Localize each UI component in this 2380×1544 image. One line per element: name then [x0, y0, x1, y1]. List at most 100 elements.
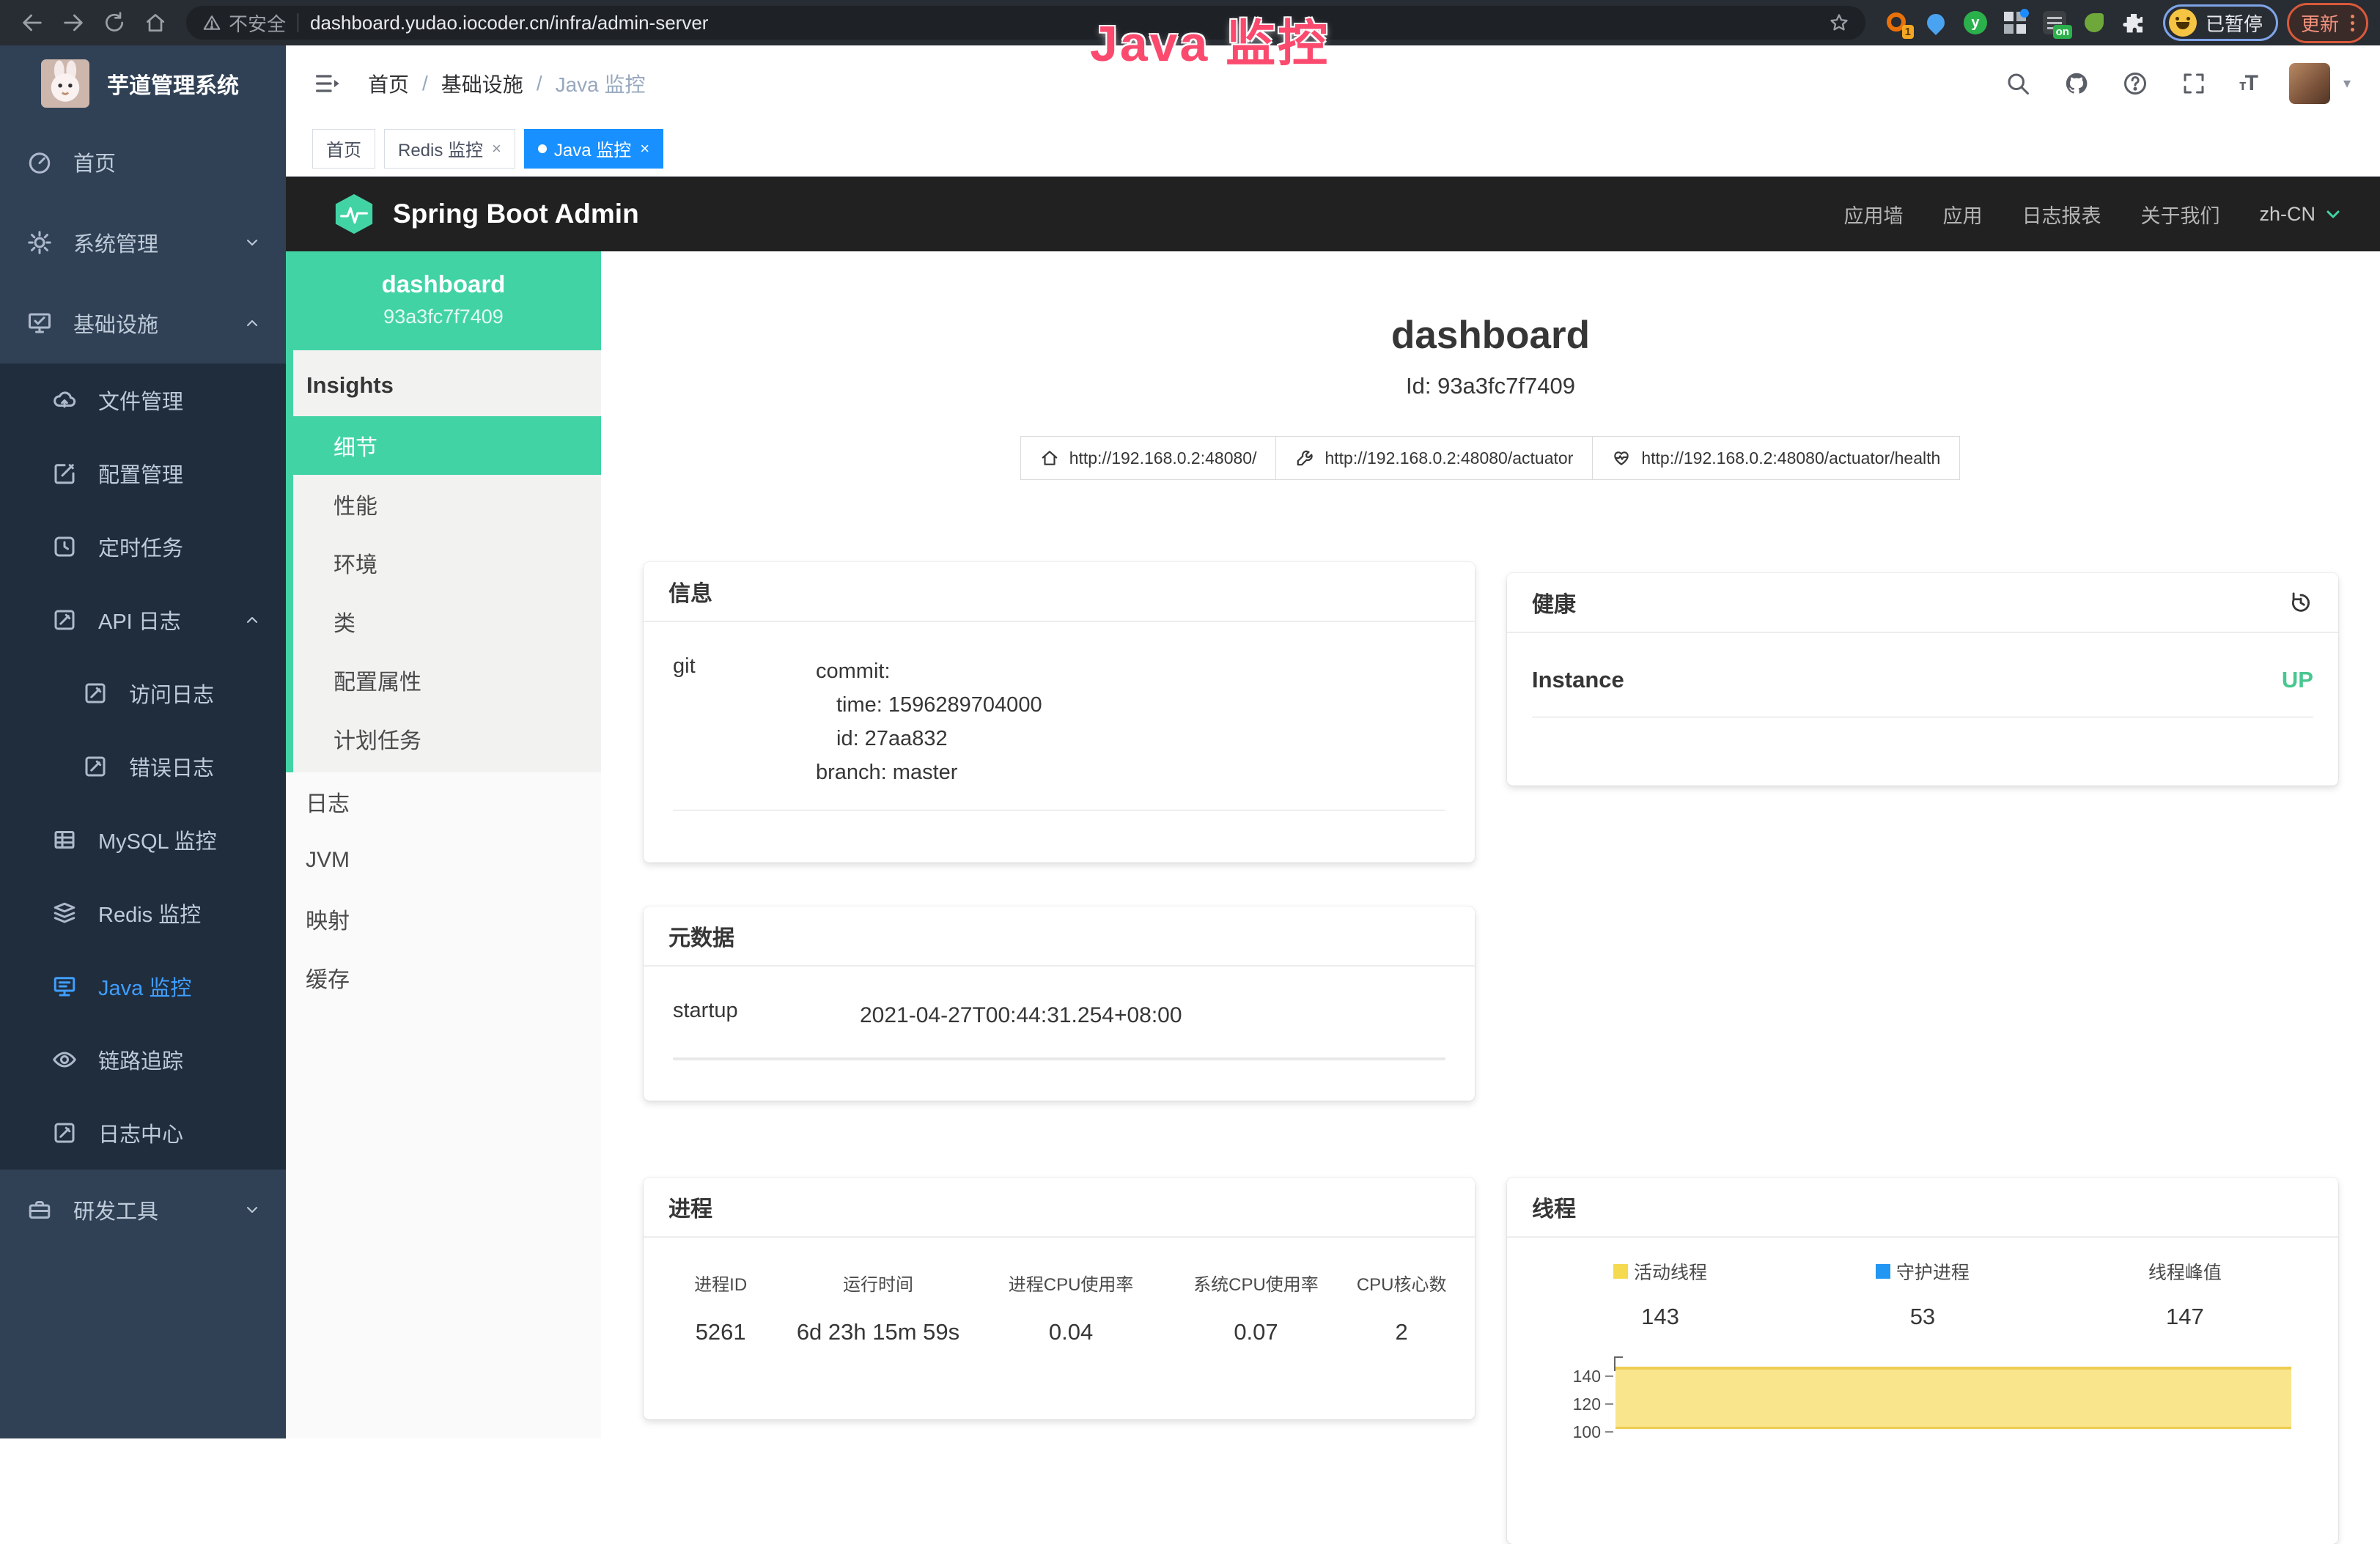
- forward-icon[interactable]: [59, 8, 88, 37]
- history-icon[interactable]: [2288, 590, 2313, 615]
- tab-home[interactable]: 首页: [312, 129, 375, 169]
- wrench-icon: [1295, 448, 1314, 468]
- sba-item-caches[interactable]: 缓存: [286, 948, 601, 1007]
- search-icon[interactable]: [2005, 70, 2031, 97]
- sba-item-jvm[interactable]: JVM: [286, 831, 601, 890]
- threads-card: 线程 活动线程 守护进程 线程峰值 143 53 1: [1507, 1178, 2338, 1544]
- browser-profile-chip[interactable]: 已暂停: [2163, 4, 2278, 41]
- sidebar-item-error-log[interactable]: 错误日志: [0, 730, 286, 803]
- sba-item-environment[interactable]: 环境: [293, 533, 601, 592]
- font-size-icon[interactable]: тT: [2239, 71, 2257, 96]
- y-axis-tick: 100: [1555, 1422, 1601, 1442]
- process-uptime: 6d 23h 15m 59s: [775, 1319, 980, 1345]
- extension-grid-icon[interactable]: [2002, 10, 2028, 36]
- java-screen-icon: [51, 973, 78, 1000]
- sba-item-logs[interactable]: 日志: [286, 772, 601, 831]
- legend-live-swatch: [1613, 1264, 1628, 1279]
- sba-item-details[interactable]: 细节: [286, 416, 601, 475]
- sidebar-item-config-management[interactable]: 配置管理: [0, 437, 286, 510]
- log-edit-icon: [82, 680, 108, 706]
- tab-redis-monitor[interactable]: Redis 监控 ×: [384, 129, 515, 169]
- sidebar-item-java-monitor[interactable]: Java 监控: [0, 950, 286, 1023]
- sba-language-select[interactable]: zh-CN: [2259, 203, 2342, 226]
- sidebar-item-mysql-monitor[interactable]: MySQL 监控: [0, 803, 286, 876]
- sba-item-config-props[interactable]: 配置属性: [293, 651, 601, 709]
- process-pid: 5261: [666, 1319, 775, 1345]
- health-instance-label: Instance: [1532, 667, 1624, 693]
- sidebar-item-file-management[interactable]: 文件管理: [0, 363, 286, 437]
- service-url-button[interactable]: http://192.168.0.2:48080/: [1020, 436, 1277, 480]
- admin-header: 首页 / 基础设施 / Java 监控 тT ▾: [286, 45, 2380, 121]
- sba-insights-group: Insights 细节 性能 环境 类 配置属性 计划任务: [286, 350, 601, 772]
- sba-item-classes[interactable]: 类: [293, 592, 601, 651]
- extension-leaf-icon[interactable]: [2081, 10, 2107, 36]
- live-threads-value: 143: [1529, 1304, 1791, 1330]
- log-edit-icon: [51, 607, 78, 633]
- info-value: commit: time: 1596289704000 id: 27aa832 …: [816, 654, 1042, 789]
- peak-threads-value: 147: [2054, 1304, 2316, 1330]
- close-icon[interactable]: ×: [640, 139, 649, 158]
- sba-nav-wallboard[interactable]: 应用墙: [1843, 200, 1903, 229]
- sidebar-item-access-log[interactable]: 访问日志: [0, 657, 286, 730]
- avatar-caret-icon[interactable]: ▾: [2343, 74, 2351, 92]
- extension-pin-icon[interactable]: [1923, 10, 1949, 36]
- tab-java-monitor[interactable]: Java 监控 ×: [524, 129, 663, 169]
- metadata-key: startup: [673, 999, 860, 1033]
- browser-menu-icon[interactable]: [2351, 15, 2354, 32]
- sba-header: Spring Boot Admin 应用墙 应用 日志报表 关于我们 zh-CN: [286, 177, 2380, 251]
- sba-item-mappings[interactable]: 映射: [286, 890, 601, 948]
- bookmark-star-icon[interactable]: [1829, 12, 1849, 33]
- sidebar-item-log-center[interactable]: 日志中心: [0, 1096, 286, 1170]
- page-url: dashboard.yudao.iocoder.cn/infra/admin-s…: [310, 12, 708, 34]
- health-card: 健康 Instance UP: [1507, 573, 2338, 786]
- process-table-values: 5261 6d 23h 15m 59s 0.04 0.07 2: [666, 1319, 1453, 1345]
- gear-icon: [26, 229, 53, 256]
- back-icon[interactable]: [18, 8, 47, 37]
- sidebar-item-dev-tools[interactable]: 研发工具: [0, 1170, 286, 1250]
- extension-puzzle-icon[interactable]: [2121, 10, 2147, 36]
- sba-item-scheduled[interactable]: 计划任务: [293, 709, 601, 768]
- app-logo-row[interactable]: 芋道管理系统: [0, 45, 286, 122]
- sba-brand-title[interactable]: Spring Boot Admin: [393, 199, 639, 229]
- sidebar-item-scheduled-tasks[interactable]: 定时任务: [0, 510, 286, 583]
- process-table-headers: 进程ID 运行时间 进程CPU使用率 系统CPU使用率 CPU核心数: [666, 1270, 1453, 1296]
- profile-status-label: 已暂停: [2206, 10, 2263, 37]
- reload-icon[interactable]: [100, 8, 129, 37]
- sba-nav-about[interactable]: 关于我们: [2140, 200, 2219, 229]
- sba-instance-header[interactable]: dashboard 93a3fc7f7409: [286, 251, 601, 350]
- health-url-button[interactable]: http://192.168.0.2:48080/actuator/health: [1592, 436, 1960, 480]
- y-axis-tick: 120: [1555, 1394, 1601, 1414]
- health-instance-row[interactable]: Instance UP: [1532, 667, 2313, 717]
- sidebar-item-infrastructure[interactable]: 基础设施: [0, 283, 286, 363]
- process-card: 进程 进程ID 运行时间 进程CPU使用率 系统CPU使用率 CPU核心数: [644, 1178, 1475, 1419]
- home-icon[interactable]: [141, 8, 170, 37]
- github-icon[interactable]: [2063, 70, 2090, 97]
- cpu-cores: 2: [1350, 1319, 1453, 1345]
- sba-nav-applications[interactable]: 应用: [1942, 200, 1982, 229]
- hamburger-icon[interactable]: [312, 69, 342, 98]
- close-icon[interactable]: ×: [492, 139, 501, 158]
- sba-item-metrics[interactable]: 性能: [293, 475, 601, 533]
- system-cpu: 0.07: [1162, 1319, 1351, 1345]
- sba-nav-journal[interactable]: 日志报表: [2022, 200, 2101, 229]
- chevron-down-icon: [243, 1201, 261, 1219]
- security-label: 不安全: [229, 10, 286, 37]
- extension-switch-icon[interactable]: on: [2041, 10, 2068, 36]
- sidebar-item-trace[interactable]: 链路追踪: [0, 1023, 286, 1096]
- breadcrumb-home[interactable]: 首页: [368, 69, 409, 98]
- help-icon[interactable]: [2122, 70, 2148, 97]
- address-bar[interactable]: 不安全 dashboard.yudao.iocoder.cn/infra/adm…: [186, 6, 1865, 40]
- sidebar-item-redis-monitor[interactable]: Redis 监控: [0, 876, 286, 950]
- chevron-up-icon: [243, 611, 261, 629]
- fullscreen-icon[interactable]: [2181, 70, 2207, 97]
- browser-update-button[interactable]: 更新: [2287, 3, 2368, 43]
- actuator-url-button[interactable]: http://192.168.0.2:48080/actuator: [1275, 436, 1593, 480]
- eye-icon: [51, 1046, 78, 1073]
- sidebar-item-api-log[interactable]: API 日志: [0, 583, 286, 657]
- extension-y-icon[interactable]: y: [1962, 10, 1989, 36]
- user-avatar[interactable]: [2289, 63, 2330, 104]
- extension-colorpicker-icon[interactable]: 1: [1883, 10, 1909, 36]
- sidebar-item-home[interactable]: 首页: [0, 122, 286, 202]
- breadcrumb-infra[interactable]: 基础设施: [441, 69, 523, 98]
- sidebar-item-system[interactable]: 系统管理: [0, 202, 286, 283]
